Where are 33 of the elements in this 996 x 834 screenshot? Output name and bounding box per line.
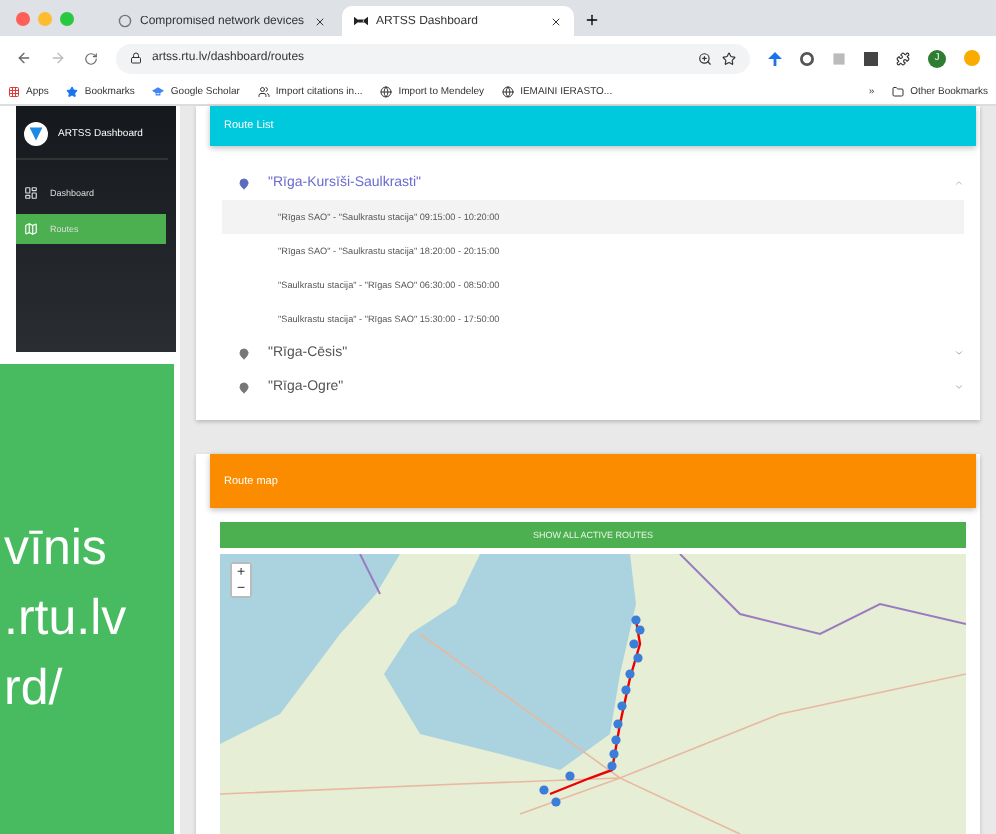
globe-icon (502, 86, 515, 98)
slide-text: vīnis (4, 520, 109, 578)
dashboard-icon (24, 186, 38, 200)
search-icon[interactable] (698, 51, 712, 65)
extension-icon[interactable] (864, 51, 878, 65)
cap-icon (152, 86, 165, 98)
globe-icon (380, 86, 393, 98)
reload-icon[interactable] (84, 51, 98, 65)
extensions-icon[interactable] (896, 51, 910, 65)
pin-icon (238, 177, 250, 189)
new-tab-icon[interactable] (584, 12, 600, 28)
tab-favicon-icon (354, 14, 368, 28)
chevron-down-icon (954, 382, 964, 392)
close-icon[interactable] (550, 15, 562, 27)
tab-favicon-icon (118, 14, 132, 28)
slide-text: rd/ (4, 660, 65, 718)
folder-icon (892, 86, 905, 98)
people-icon (257, 86, 270, 98)
extension-icon[interactable] (800, 51, 814, 65)
back-icon[interactable] (16, 50, 32, 66)
star-icon (66, 86, 79, 98)
map-icon (24, 222, 38, 236)
pin-icon (238, 347, 250, 359)
slide-text: .rtu.lv (4, 590, 129, 648)
pin-icon (238, 381, 250, 393)
chevron-down-icon (954, 348, 964, 358)
star-icon[interactable] (722, 51, 736, 65)
apps-icon (8, 86, 20, 98)
chevron-up-icon (954, 178, 964, 188)
logo-icon (24, 122, 48, 146)
extension-icon[interactable] (768, 51, 782, 65)
lock-icon (130, 52, 142, 64)
close-icon[interactable] (314, 15, 326, 27)
